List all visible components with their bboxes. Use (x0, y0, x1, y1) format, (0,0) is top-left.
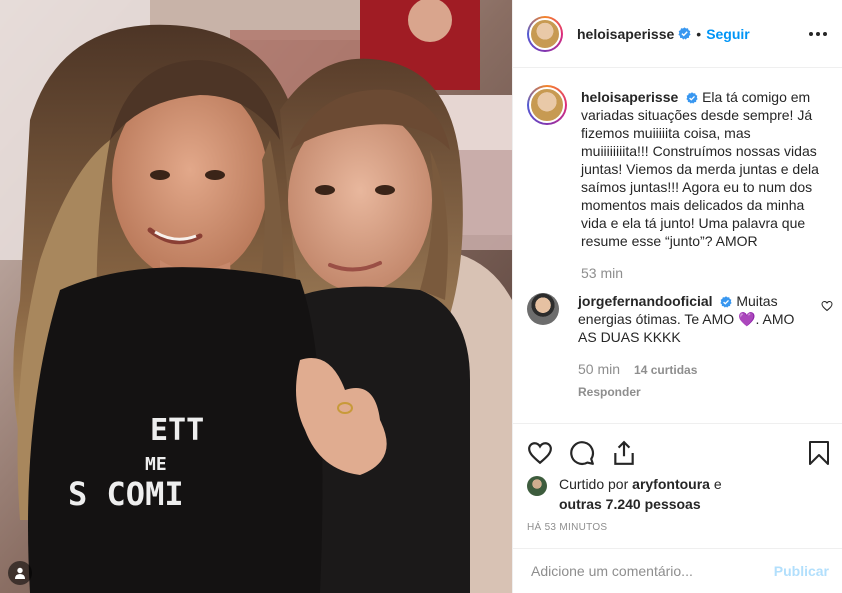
author-avatar[interactable] (527, 15, 563, 52)
user-tag-button[interactable] (8, 561, 32, 585)
shirt-text-line-2: ME (145, 454, 167, 475)
caption-username[interactable]: heloisaperisse (581, 89, 678, 105)
liked-by-prefix: Curtido por (559, 476, 629, 492)
add-comment-bar: Publicar (513, 548, 842, 593)
comment-row: jorgefernandooficial Muitas energias óti… (527, 292, 833, 401)
caption-body: heloisaperisse Ela tá comigo em variadas… (581, 88, 819, 282)
reply-button[interactable]: Responder (578, 383, 803, 401)
liked-by-row: Curtido por aryfontoura e outras 7.240 p… (527, 474, 829, 514)
purple-heart-emoji: 💜 (738, 311, 756, 327)
liker-avatar[interactable] (527, 476, 547, 496)
verified-badge-icon (678, 27, 691, 40)
caption-row: heloisaperisse Ela tá comigo em variadas… (527, 85, 827, 282)
save-bookmark-icon[interactable] (807, 440, 831, 466)
action-icons-bar (527, 424, 829, 478)
share-icon[interactable] (611, 440, 637, 466)
comment-input[interactable] (531, 563, 774, 579)
author-username[interactable]: heloisaperisse (577, 26, 674, 42)
commenter-avatar[interactable] (527, 293, 559, 325)
comment-icon[interactable] (569, 440, 595, 466)
user-tag-icon (15, 567, 25, 579)
liked-by-joiner: e (713, 476, 722, 492)
publish-button[interactable]: Publicar (774, 563, 829, 579)
other-likes-count[interactable]: outras 7.240 pessoas (559, 496, 701, 512)
liker-username[interactable]: aryfontoura (632, 476, 710, 492)
comment-likes-count[interactable]: 14 curtidas (634, 361, 697, 379)
comments-section: heloisaperisse Ela tá comigo em variadas… (513, 68, 842, 423)
header-separator: • (696, 25, 702, 42)
caption-author-avatar[interactable] (527, 85, 567, 125)
post-photo[interactable]: ETT ME S COMI (0, 0, 512, 593)
comment-time: 50 min (578, 361, 621, 377)
commenter-username[interactable]: jorgefernandooficial (578, 293, 713, 309)
post-actions: Curtido por aryfontoura e outras 7.240 p… (513, 423, 842, 548)
verified-badge-icon (686, 92, 698, 104)
more-options-icon[interactable] (809, 22, 827, 46)
caption-text: Ela tá comigo em variadas situações desd… (581, 89, 819, 249)
post-header: heloisaperisse • Seguir (513, 0, 842, 68)
post-timestamp[interactable]: HÁ 53 MINUTOS (527, 522, 829, 533)
liked-by-text: Curtido por aryfontoura e outras 7.240 p… (559, 474, 722, 514)
shirt-text-line-1: ETT (150, 413, 204, 448)
comment-body: jorgefernandooficial Muitas energias óti… (578, 292, 803, 401)
verified-badge-icon (720, 296, 733, 308)
like-heart-icon[interactable] (527, 440, 553, 466)
follow-button[interactable]: Seguir (706, 26, 750, 42)
post-side-panel: heloisaperisse • Seguir heloisaperisse E… (512, 0, 842, 593)
caption-time: 53 min (581, 265, 624, 281)
comment-like-icon[interactable] (821, 300, 833, 312)
shirt-text-line-3: S COMI (68, 475, 184, 513)
photo-illustration: ETT ME S COMI (0, 0, 512, 593)
comment-meta: 50 min 14 curtidas (578, 360, 803, 379)
